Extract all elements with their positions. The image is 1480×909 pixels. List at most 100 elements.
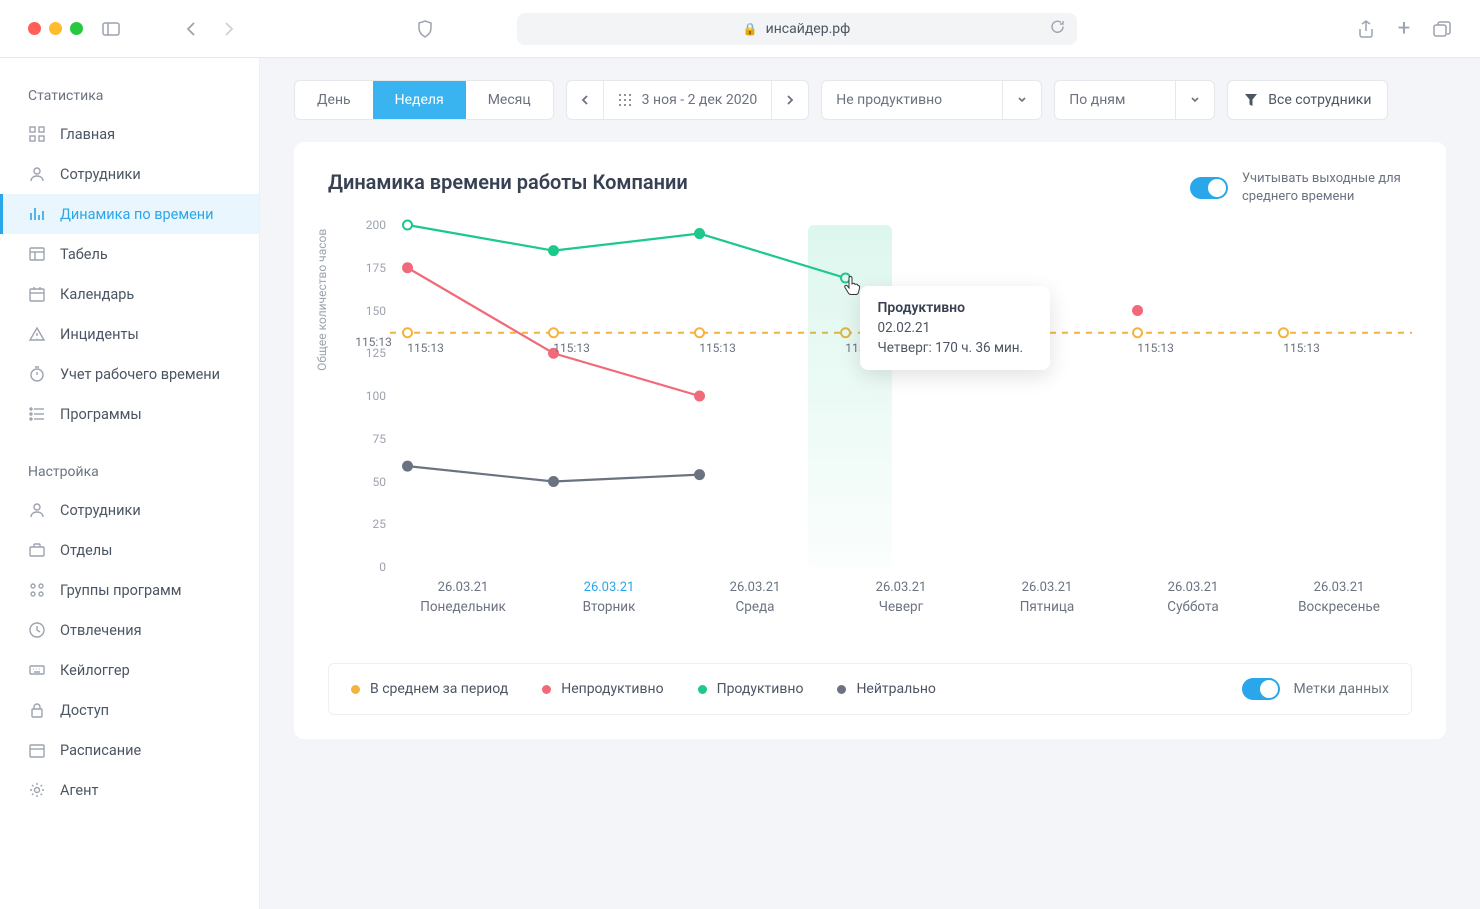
maximize-window[interactable]	[70, 22, 83, 35]
sidebar-item-calendar[interactable]: Календарь	[0, 274, 259, 314]
tooltip-value: Четверг: 170 ч. 36 мин.	[878, 340, 1032, 356]
productivity-value: Не продуктивно	[836, 92, 942, 108]
sidebar: Статистика Главная Сотрудники Динамика п…	[0, 58, 260, 909]
new-tab-icon[interactable]: +	[1394, 19, 1414, 39]
sidebar-item-departments[interactable]: Отделы	[0, 530, 259, 570]
chevron-down-icon	[1176, 81, 1214, 119]
tabs-icon[interactable]	[1432, 19, 1452, 39]
back-icon[interactable]	[181, 19, 201, 39]
x-date: 26.03.21	[974, 580, 1120, 595]
date-range-picker[interactable]: 3 ноя - 2 дек 2020	[604, 81, 772, 119]
user-icon	[28, 165, 46, 183]
group-select[interactable]: По дням	[1054, 80, 1215, 120]
x-axis-category: 26.03.21 Чеверг	[828, 580, 974, 645]
x-day: Чеверг	[828, 599, 974, 615]
x-day: Понедельник	[390, 599, 536, 615]
table-icon	[28, 245, 46, 263]
sidebar-item-timesheet[interactable]: Табель	[0, 234, 259, 274]
x-day: Пятница	[974, 599, 1120, 615]
sidebar-item-label: Учет рабочего времени	[60, 366, 220, 383]
sidebar-item-program-groups[interactable]: Группы программ	[0, 570, 259, 610]
sidebar-item-incidents[interactable]: Инциденты	[0, 314, 259, 354]
shield-icon[interactable]	[415, 19, 435, 39]
clock-icon	[28, 621, 46, 639]
main-content: День Неделя Месяц 3 ноя - 2 дек 2020 Не …	[260, 58, 1480, 909]
sidebar-item-label: Расписание	[60, 742, 141, 759]
toolbar: День Неделя Месяц 3 ноя - 2 дек 2020 Не …	[294, 80, 1446, 120]
sidebar-item-home[interactable]: Главная	[0, 114, 259, 154]
window-controls	[28, 22, 83, 35]
sidebar-item-dynamics[interactable]: Динамика по времени	[0, 194, 259, 234]
sidebar-item-label: Динамика по времени	[60, 206, 214, 223]
x-date: 26.03.21	[828, 580, 974, 595]
y-tick: 50	[373, 475, 387, 489]
productivity-select[interactable]: Не продуктивно	[821, 80, 1042, 120]
share-icon[interactable]	[1356, 19, 1376, 39]
lock-icon: 🔒	[743, 22, 758, 36]
sidebar-item-keylogger[interactable]: Кейлоггер	[0, 650, 259, 690]
minimize-window[interactable]	[49, 22, 62, 35]
sidebar-item-employees[interactable]: Сотрудники	[0, 154, 259, 194]
filter-icon	[1244, 93, 1258, 107]
gear-icon	[28, 781, 46, 799]
weekend-toggle[interactable]	[1190, 177, 1228, 199]
sidebar-item-worktime[interactable]: Учет рабочего времени	[0, 354, 259, 394]
sidebar-item-access[interactable]: Доступ	[0, 690, 259, 730]
legend-avg[interactable]: В среднем за период	[351, 681, 508, 697]
employee-filter[interactable]: Все сотрудники	[1227, 80, 1388, 120]
group-value: По дням	[1069, 92, 1125, 108]
sidebar-item-label: Агент	[60, 782, 98, 799]
browser-toolbar: 🔒 инсайдер.рф +	[0, 0, 1480, 58]
chart-icon	[28, 205, 46, 223]
range-month[interactable]: Месяц	[466, 81, 553, 119]
sidebar-item-label: Отделы	[60, 542, 112, 559]
range-week[interactable]: Неделя	[373, 81, 466, 119]
legend-prod[interactable]: Продуктивно	[698, 681, 804, 697]
prev-period[interactable]	[567, 81, 603, 119]
keyboard-icon	[28, 661, 46, 679]
apps-icon	[28, 581, 46, 599]
sidebar-group-title: Настройка	[0, 452, 259, 490]
y-axis-label: Общее количество часов	[315, 229, 329, 371]
sidebar-item-label: Группы программ	[60, 582, 182, 599]
sidebar-item-label: Календарь	[60, 286, 134, 303]
y-tick: 0	[379, 560, 386, 574]
sidebar-item-schedule[interactable]: Расписание	[0, 730, 259, 770]
legend-neutral[interactable]: Нейтрально	[837, 681, 935, 697]
chart-svg	[390, 225, 1412, 567]
x-axis-category: 26.03.21Среда	[682, 580, 828, 645]
sidebar-item-settings-employees[interactable]: Сотрудники	[0, 490, 259, 530]
list-icon	[28, 405, 46, 423]
sidebar-item-label: Программы	[60, 406, 142, 423]
reload-icon[interactable]	[1050, 19, 1065, 38]
x-day: Среда	[682, 599, 828, 615]
avg-data-label: 115:13	[407, 341, 444, 355]
sidebar-item-distractions[interactable]: Отвлечения	[0, 610, 259, 650]
range-day[interactable]: День	[295, 81, 373, 119]
data-labels-toggle-label: Метки данных	[1294, 681, 1389, 697]
sidebar-item-label: Отвлечения	[60, 622, 142, 639]
avg-data-label: 115:13	[699, 341, 736, 355]
sidebar-toggle-icon[interactable]	[101, 19, 121, 39]
sidebar-item-label: Доступ	[60, 702, 109, 719]
sidebar-item-programs[interactable]: Программы	[0, 394, 259, 434]
chevron-down-icon	[1003, 81, 1041, 119]
legend: В среднем за период Непродуктивно Продук…	[328, 663, 1412, 715]
date-range-control: 3 ноя - 2 дек 2020	[566, 80, 810, 120]
url-bar[interactable]: 🔒 инсайдер.рф	[517, 13, 1077, 45]
data-labels-toggle[interactable]	[1242, 678, 1280, 700]
sidebar-item-agent[interactable]: Агент	[0, 770, 259, 810]
forward-icon[interactable]	[219, 19, 239, 39]
x-date: 26.03.21	[390, 580, 536, 595]
stopwatch-icon	[28, 365, 46, 383]
legend-nonprod[interactable]: Непродуктивно	[542, 681, 663, 697]
y-tick: 175	[366, 261, 386, 275]
cursor-icon	[843, 276, 861, 300]
next-period[interactable]	[772, 81, 808, 119]
close-window[interactable]	[28, 22, 41, 35]
sidebar-item-label: Главная	[60, 126, 115, 143]
briefcase-icon	[28, 541, 46, 559]
y-tick: 25	[373, 517, 387, 531]
x-axis-category: 26.03.21Вторник	[536, 580, 682, 645]
x-axis-category: 26.03.21Суббота	[1120, 580, 1266, 645]
